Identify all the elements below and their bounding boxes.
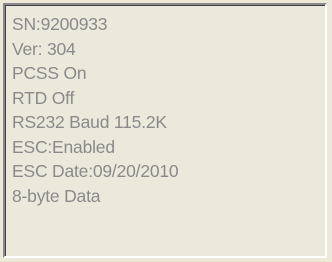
device-info-listbox[interactable]: SN:9200933 Ver: 304 PCSS On RTD Off RS23…: [3, 3, 327, 258]
version-line: Ver: 304: [12, 38, 76, 59]
serial-number-line: SN:9200933: [12, 14, 108, 34]
device-info-lines: SN:9200933 Ver: 304 PCSS On RTD Off RS23…: [12, 12, 179, 208]
rtd-status-line: RTD Off: [12, 87, 75, 108]
pcss-status-line: PCSS On: [12, 63, 87, 83]
device-info-panel: SN:9200933 Ver: 304 PCSS On RTD Off RS23…: [0, 0, 332, 262]
data-format-line: 8-byte Data: [12, 185, 101, 206]
esc-status-line: ESC:Enabled: [12, 136, 115, 157]
esc-date-line: ESC Date:09/20/2010: [12, 161, 179, 181]
baud-rate-line: RS232 Baud 115.2K: [12, 112, 167, 132]
